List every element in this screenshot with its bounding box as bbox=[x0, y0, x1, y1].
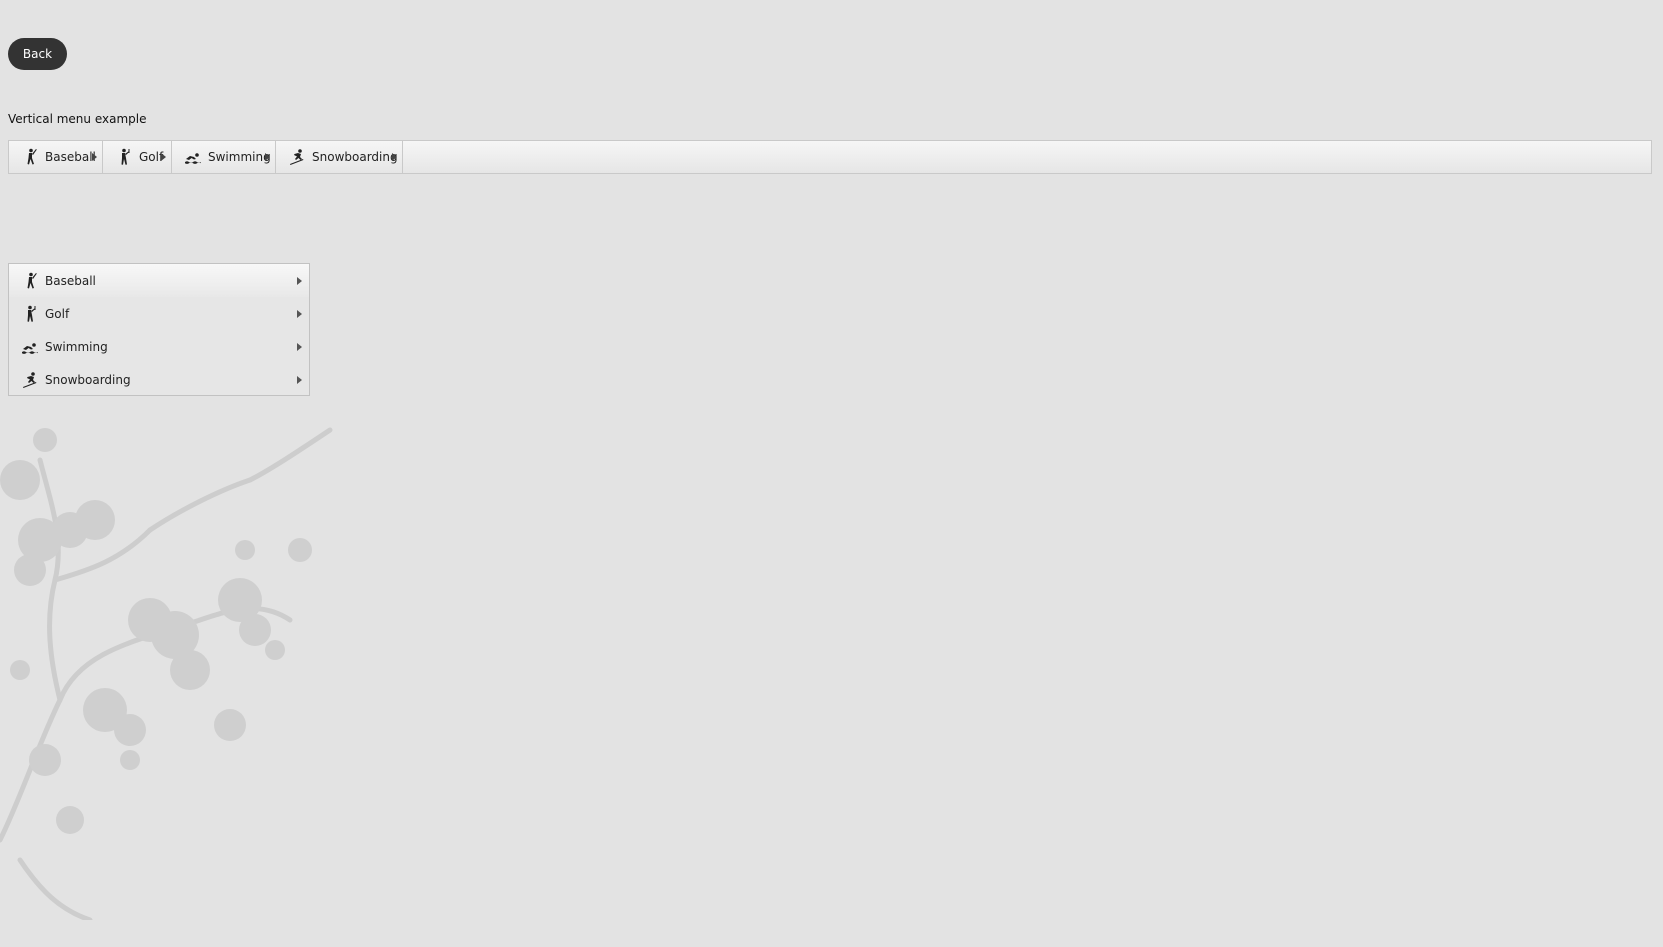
vmenu-item-snowboarding[interactable]: Snowboarding bbox=[9, 363, 309, 396]
vmenu-item-label: Baseball bbox=[45, 273, 96, 288]
submenu-arrow-icon bbox=[265, 153, 270, 161]
submenu-arrow-icon bbox=[297, 343, 302, 351]
vmenu-item-label: Swimming bbox=[45, 339, 108, 354]
golf-icon bbox=[21, 305, 39, 323]
vmenu-item-golf[interactable]: Golf bbox=[9, 297, 309, 330]
hmenu-item-swimming[interactable]: Swimming bbox=[172, 141, 276, 173]
snowboarding-icon bbox=[21, 371, 39, 389]
hmenu-item-label: Baseball bbox=[45, 150, 96, 164]
vmenu-item-swimming[interactable]: Swimming bbox=[9, 330, 309, 363]
swimming-icon bbox=[21, 338, 39, 356]
submenu-arrow-icon bbox=[297, 310, 302, 318]
swimming-icon bbox=[184, 148, 202, 166]
submenu-arrow-icon bbox=[297, 376, 302, 384]
vmenu-item-label: Snowboarding bbox=[45, 372, 131, 387]
baseball-icon bbox=[21, 272, 39, 290]
baseball-icon bbox=[21, 148, 39, 166]
submenu-arrow-icon bbox=[392, 153, 397, 161]
section-title: Vertical menu example bbox=[8, 112, 147, 126]
golf-icon bbox=[115, 148, 133, 166]
vmenu-item-baseball[interactable]: Baseball bbox=[9, 264, 309, 297]
snowboarding-icon bbox=[288, 148, 306, 166]
floral-decoration bbox=[0, 427, 333, 920]
submenu-arrow-icon bbox=[92, 153, 97, 161]
back-button[interactable]: Back bbox=[8, 38, 67, 70]
hmenu-item-snowboarding[interactable]: Snowboarding bbox=[276, 141, 403, 173]
submenu-arrow-icon bbox=[297, 277, 302, 285]
horizontal-menu: Baseball Golf Swimming Snowboarding bbox=[8, 140, 1652, 174]
hmenu-item-label: Golf bbox=[139, 150, 164, 164]
hmenu-item-label: Snowboarding bbox=[312, 150, 398, 164]
hmenu-item-golf[interactable]: Golf bbox=[103, 141, 172, 173]
hmenu-item-baseball[interactable]: Baseball bbox=[9, 141, 103, 173]
vmenu-item-label: Golf bbox=[45, 306, 70, 321]
submenu-arrow-icon bbox=[161, 153, 166, 161]
hmenu-item-label: Swimming bbox=[208, 150, 271, 164]
vertical-menu: Baseball Golf Swimming Snowboarding bbox=[8, 263, 310, 396]
